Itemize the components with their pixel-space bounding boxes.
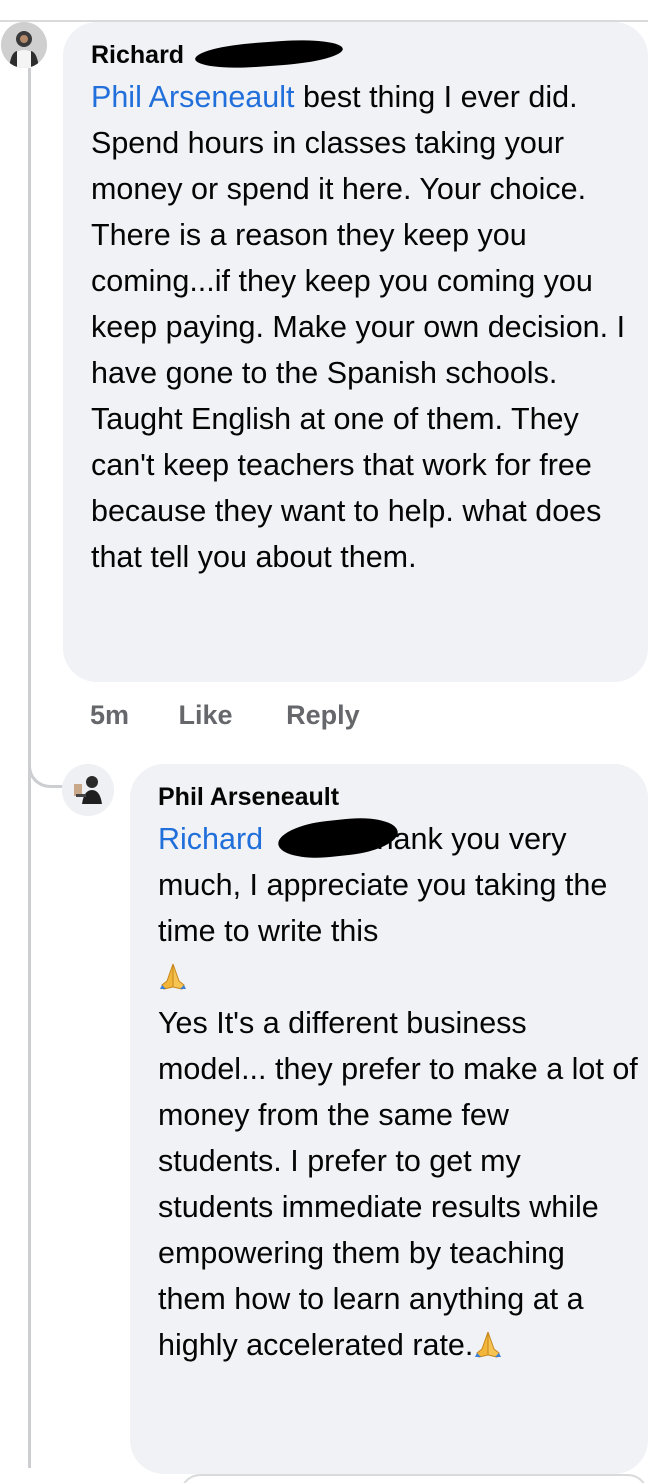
comment-bubble: Richard Phil Arseneault best thing I eve… <box>63 22 648 682</box>
reply-button[interactable]: Reply <box>286 700 360 731</box>
profile-photo-icon <box>62 764 114 816</box>
mention-link[interactable]: Richard <box>158 822 263 856</box>
thread-connector <box>28 740 68 788</box>
comment-text: Phil Arseneault best thing I ever did. S… <box>91 74 640 580</box>
mention-link[interactable]: Phil Arseneault <box>91 80 294 114</box>
reply-text: Richard thank you very much, I appreciate… <box>158 813 640 1368</box>
like-button[interactable]: Like <box>179 700 233 731</box>
reply-body-2: Yes It's a different business model... t… <box>158 1006 638 1362</box>
comment-actions: 5m Like Reply <box>90 700 360 731</box>
timestamp[interactable]: 5m <box>90 700 129 731</box>
redaction-mark <box>194 36 344 72</box>
avatar[interactable] <box>1 22 47 68</box>
avatar[interactable] <box>62 764 114 816</box>
reply-author[interactable]: Phil Arseneault <box>158 780 620 814</box>
comment-thread: Richard Phil Arseneault best thing I eve… <box>0 0 648 1483</box>
folded-hands-icon <box>473 1329 503 1359</box>
reply-bubble: Phil Arseneault Richard thank you very mu… <box>130 764 648 1474</box>
author-name[interactable]: Richard <box>91 41 184 69</box>
comment-author[interactable]: Richard <box>91 36 620 72</box>
reply-input-edge[interactable] <box>180 1474 648 1483</box>
folded-hands-icon <box>158 961 188 991</box>
comment-body: best thing I ever did. Spend hours in cl… <box>91 80 626 574</box>
profile-photo-icon <box>1 22 47 68</box>
